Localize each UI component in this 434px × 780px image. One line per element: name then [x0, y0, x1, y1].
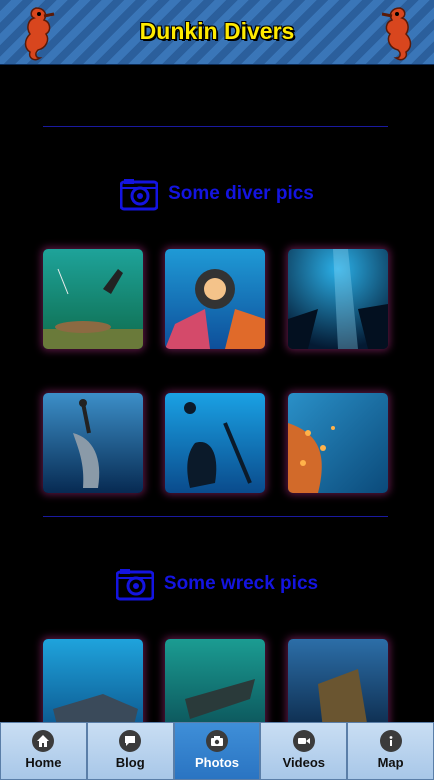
nav-label: Home: [25, 755, 62, 770]
photo-thumbnail[interactable]: [165, 249, 265, 349]
section-title: Some diver pics: [168, 183, 314, 204]
nav-label: Blog: [115, 755, 145, 770]
section-title: Some wreck pics: [163, 573, 319, 594]
nav-label: Map: [377, 755, 404, 770]
nav-videos-button[interactable]: Videos: [260, 722, 348, 780]
section-heading-diver-pics: Some diver pics: [0, 174, 434, 214]
home-icon: [32, 730, 55, 752]
divider: [43, 126, 388, 127]
nav-label: Photos: [194, 755, 240, 770]
photo-thumbnail[interactable]: [288, 249, 388, 349]
nav-blog-button[interactable]: Blog: [86, 722, 174, 780]
photo-thumbnail[interactable]: [288, 393, 388, 493]
nav-photos-button[interactable]: Photos: [173, 722, 261, 780]
section-heading-wreck-pics: Some wreck pics: [0, 564, 434, 604]
bottom-nav: Home Blog Photos Videos Map: [0, 722, 434, 780]
video-camera-icon: [292, 730, 315, 752]
chat-bubble-icon: [119, 730, 142, 752]
photo-thumbnail[interactable]: [43, 393, 143, 493]
nav-home-button[interactable]: Home: [0, 722, 87, 780]
info-icon: [379, 730, 402, 752]
camera-icon: [120, 179, 159, 211]
app-title: Dunkin Divers: [139, 18, 295, 44]
nav-map-button[interactable]: Map: [347, 722, 434, 780]
camera-icon: [205, 730, 228, 752]
app-header: Dunkin Divers: [0, 0, 434, 65]
photo-thumbnail[interactable]: [165, 393, 265, 493]
camera-icon: [115, 569, 154, 601]
nav-label: Videos: [282, 755, 325, 770]
seahorse-logo-icon: [381, 7, 412, 61]
divider: [43, 516, 388, 517]
photo-thumbnail[interactable]: [43, 249, 143, 349]
